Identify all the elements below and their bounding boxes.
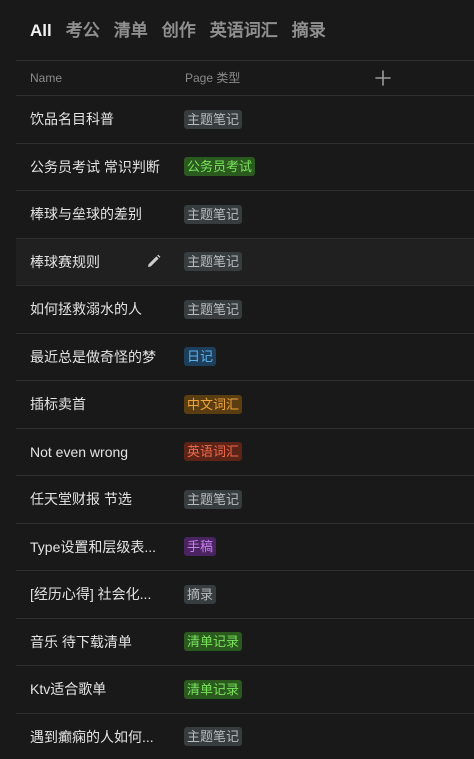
table-row[interactable]: 如何拯救溺水的人 主题笔记 [16, 286, 474, 334]
column-header-page-type[interactable]: Page 类型 [185, 61, 240, 95]
table-row[interactable]: 任天堂财报 节选 主题笔记 [16, 476, 474, 524]
table-row[interactable]: 最近总是做奇怪的梦 日记 [16, 334, 474, 381]
page-type-tag[interactable]: 手稿 [184, 537, 217, 556]
table-row[interactable]: 音乐 待下载清单 清单记录 [16, 619, 474, 666]
table-row[interactable]: 插标卖首 中文词汇 [16, 381, 474, 429]
row-name[interactable]: [经历心得] 社会化... [30, 571, 170, 617]
table-header: Name Page 类型 [16, 60, 474, 96]
row-name[interactable]: 任天堂财报 节选 [30, 476, 170, 522]
page-type-tag[interactable]: 英语词汇 [184, 442, 243, 461]
row-name[interactable]: Type设置和层级表... [30, 524, 170, 570]
table-body: 饮品名目科普 主题笔记 公务员考试 常识判断 公务员考试 棒球与垒球的差别 主题笔记 棒球赛… [16, 96, 474, 759]
row-name[interactable]: 插标卖首 [30, 381, 170, 427]
row-name[interactable]: 公务员考试 常识判断 [30, 144, 170, 190]
row-name[interactable]: Ktv适合歌单 [30, 666, 170, 712]
column-header-name[interactable]: Name [30, 61, 62, 95]
page-type-tag[interactable]: 主题笔记 [184, 204, 243, 224]
page-type-tag[interactable]: 主题笔记 [184, 299, 243, 319]
row-name[interactable]: 遇到癫痫的人如何... [30, 714, 170, 759]
page-type-tag[interactable]: 主题笔记 [184, 109, 243, 129]
page-type-tag[interactable]: 中文词汇 [184, 394, 243, 414]
page-type-tag[interactable]: 公务员考试 [184, 157, 256, 176]
page-type-tag[interactable]: 日记 [184, 347, 217, 366]
page-type-tag[interactable]: 主题笔记 [184, 727, 243, 746]
tab-3[interactable]: 创作 [162, 18, 196, 44]
table-row[interactable]: Not even wrong 英语词汇 [16, 429, 474, 476]
tab-4[interactable]: 英语词汇 [210, 18, 278, 44]
table-row[interactable]: Ktv适合歌单 清单记录 [16, 666, 474, 714]
table-row[interactable]: 公务员考试 常识判断 公务员考试 [16, 144, 474, 191]
row-name[interactable]: 音乐 待下载清单 [30, 619, 170, 665]
tab-1[interactable]: 考公 [66, 18, 100, 44]
database-table: Name Page 类型 饮品名目科普 主题笔记 公务员考试 常识判断 公务员考试 棒球… [16, 60, 474, 759]
row-name[interactable]: Not even wrong [30, 429, 170, 475]
page-type-tag[interactable]: 清单记录 [184, 679, 243, 699]
row-name[interactable]: 饮品名目科普 [30, 96, 170, 142]
page-type-tag[interactable]: 主题笔记 [184, 489, 243, 509]
tab-2[interactable]: 清单 [114, 18, 148, 44]
table-row[interactable]: 饮品名目科普 主题笔记 [16, 96, 474, 144]
table-row[interactable]: [经历心得] 社会化... 摘录 [16, 571, 474, 619]
plus-icon[interactable] [374, 69, 392, 87]
table-row[interactable]: 棒球赛规则 主题笔记 [16, 238, 474, 286]
table-row[interactable]: 棒球与垒球的差别 主题笔记 [16, 191, 474, 239]
row-name[interactable]: 如何拯救溺水的人 [30, 286, 170, 332]
tab-5[interactable]: 摘录 [292, 18, 326, 44]
pencil-icon[interactable] [145, 253, 162, 270]
page-type-tag[interactable]: 清单记录 [184, 632, 243, 651]
row-name[interactable]: 最近总是做奇怪的梦 [30, 334, 170, 380]
page-type-tag[interactable]: 主题笔记 [184, 252, 243, 271]
view-tabs: All 考公 清单 创作 英语词汇 摘录 [30, 18, 326, 44]
page-type-tag[interactable]: 摘录 [184, 584, 217, 604]
table-row[interactable]: 遇到癫痫的人如何... 主题笔记 [16, 714, 474, 759]
tab-0[interactable]: All [30, 18, 52, 44]
table-row[interactable]: Type设置和层级表... 手稿 [16, 524, 474, 571]
row-name[interactable]: 棒球与垒球的差别 [30, 191, 170, 237]
